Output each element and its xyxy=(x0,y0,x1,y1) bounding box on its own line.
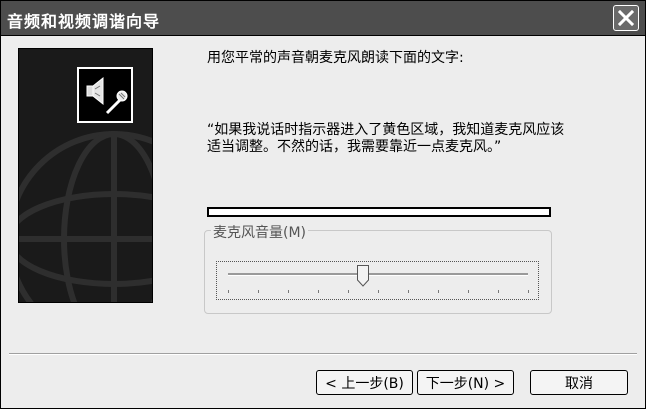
slider-track xyxy=(228,273,528,276)
wizard-banner-image xyxy=(18,48,153,303)
slider-tick xyxy=(378,290,379,293)
slider-thumb[interactable] xyxy=(357,265,369,287)
back-button[interactable]: < 上一步(B) xyxy=(316,370,413,395)
instruction-text: 用您平常的声音朝麦克风朗读下面的文字: xyxy=(207,50,464,66)
microphone-level-meter xyxy=(207,207,551,217)
slider-tick xyxy=(258,290,259,293)
slider-tick xyxy=(348,290,349,293)
slider-tick xyxy=(408,290,409,293)
slider-tick xyxy=(228,290,229,293)
slider-tick xyxy=(528,290,529,293)
speaker-microphone-icon xyxy=(77,67,133,123)
slider-tick xyxy=(288,290,289,293)
wizard-window: 音频和视频调谐向导 用您平常的声音朝麦克风朗读下面的文字: “如果我说话时指示器… xyxy=(0,0,646,409)
close-button[interactable] xyxy=(613,5,639,31)
slider-tick xyxy=(318,290,319,293)
volume-groupbox: 麦克风音量(M) xyxy=(204,222,552,314)
volume-slider[interactable] xyxy=(216,261,539,300)
slider-tick xyxy=(498,290,499,293)
slider-tick xyxy=(468,290,469,293)
slider-tick xyxy=(438,290,439,293)
cancel-button[interactable]: 取消 xyxy=(530,370,628,395)
reading-passage: “如果我说话时指示器进入了黄色区域，我知道麦克风应该适当调整。不然的话，我需要靠… xyxy=(207,122,565,155)
next-button[interactable]: 下一步(N) > xyxy=(417,370,514,395)
close-icon xyxy=(618,10,634,26)
title-bar: 音频和视频调谐向导 xyxy=(1,1,645,36)
button-separator xyxy=(9,353,637,355)
window-title: 音频和视频调谐向导 xyxy=(7,12,161,31)
volume-label: 麦克风音量(M) xyxy=(211,222,309,242)
